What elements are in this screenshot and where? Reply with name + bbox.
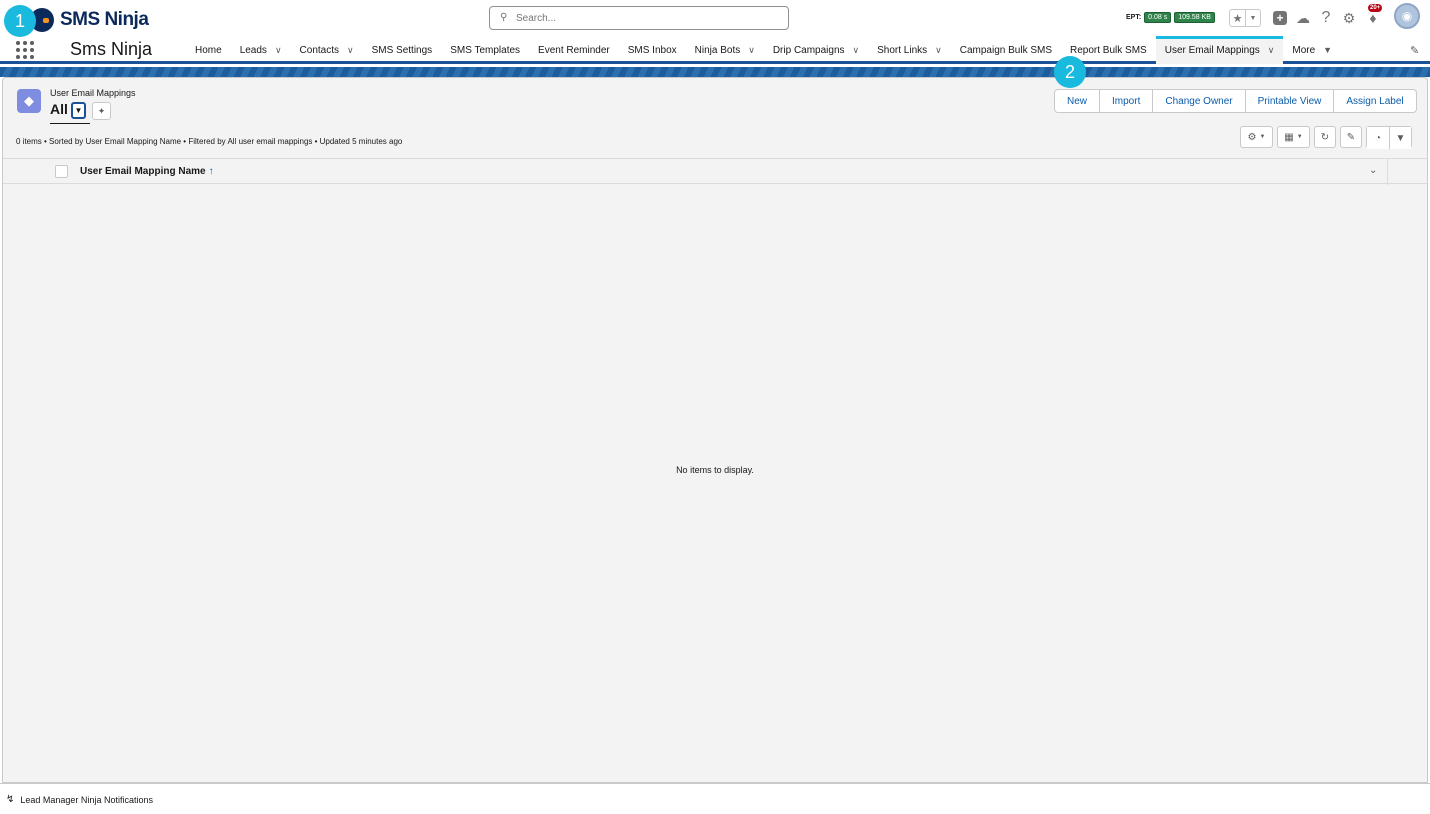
app-name: Sms Ninja: [70, 39, 153, 59]
nav-item-sms-inbox[interactable]: SMS Inbox: [619, 36, 686, 64]
column-divider: [1387, 159, 1388, 185]
nav-item-label: Event Reminder: [538, 44, 610, 56]
chevron-down-icon[interactable]: ∨: [748, 45, 755, 56]
list-view-controls-gear-icon[interactable]: ⚙ ▼: [1240, 126, 1273, 148]
utility-item-lead-manager-notifications[interactable]: ↯ Lead Manager Ninja Notifications: [6, 794, 153, 805]
app-launcher-waffle-icon[interactable]: [16, 41, 34, 59]
chevron-down-icon[interactable]: ▼: [1323, 45, 1332, 55]
nav-item-label: SMS Templates: [450, 44, 521, 56]
pin-list-view-icon[interactable]: ✦: [92, 102, 111, 120]
nav-item-short-links[interactable]: Short Links ∨: [868, 36, 951, 64]
column-header-user-email-mapping-name[interactable]: User Email Mapping Name ↑: [80, 166, 214, 177]
step-badge-2: 2: [1054, 56, 1086, 88]
select-all-checkbox[interactable]: [55, 165, 68, 178]
sms-ninja-logo[interactable]: SMS Ninja: [30, 8, 149, 32]
nav-item-label: User Email Mappings: [1164, 44, 1260, 56]
nav-item-label: Short Links: [877, 44, 928, 56]
inline-edit-pencil-icon[interactable]: ✎: [1340, 126, 1362, 148]
nav-item-label: SMS Settings: [371, 44, 433, 56]
printable-view-button[interactable]: Printable View: [1244, 90, 1334, 112]
show-charts-icon[interactable]: ◔: [1367, 127, 1389, 149]
ept-size-badge: 109.58 KB: [1174, 12, 1215, 23]
empty-state-message: No items to display.: [676, 465, 754, 475]
utility-bar: ↯ Lead Manager Ninja Notifications: [0, 783, 1430, 814]
user-email-mapping-object-icon: ◆: [17, 89, 41, 113]
nav-item-drip-campaigns[interactable]: Drip Campaigns ∨: [764, 36, 868, 64]
nav-item-label: More: [1292, 44, 1316, 56]
chevron-down-icon[interactable]: ∨: [347, 45, 354, 56]
global-actions-plus-icon[interactable]: +: [1271, 9, 1289, 27]
user-avatar[interactable]: ◉: [1394, 3, 1420, 29]
nav-item-label: Report Bulk SMS: [1070, 44, 1147, 56]
list-info-text: 0 items • Sorted by User Email Mapping N…: [16, 137, 403, 146]
list-view-panel: ◆ User Email Mappings All ▼ ✦ New Import C…: [2, 77, 1428, 783]
app-nav-bar: Sms Ninja Home Leads ∨ Contacts ∨ SMS Setting…: [0, 36, 1430, 64]
utility-item-label: Lead Manager Ninja Notifications: [20, 794, 153, 805]
header-pattern-band: [0, 67, 1430, 77]
list-view-dropdown-icon[interactable]: ▼: [71, 102, 86, 119]
nav-item-label: SMS Inbox: [627, 44, 677, 56]
search-icon: ⚲: [500, 12, 508, 23]
import-button[interactable]: Import: [1099, 90, 1152, 112]
view-name-underline: [50, 123, 90, 124]
chevron-down-icon[interactable]: ∨: [275, 45, 282, 56]
lightning-bolt-icon: ↯: [6, 794, 15, 805]
nav-item-label: Home: [195, 44, 222, 56]
nav-item-label: Contacts: [299, 44, 339, 56]
filter-icon[interactable]: ▼: [1389, 127, 1411, 149]
table-header-row: User Email Mapping Name ↑ ⌄: [3, 158, 1427, 185]
sort-ascending-icon: ↑: [208, 166, 214, 177]
change-owner-button[interactable]: Change Owner: [1152, 90, 1244, 112]
nav-item-user-email-mappings[interactable]: User Email Mappings ∨: [1155, 36, 1284, 64]
new-button[interactable]: New: [1055, 90, 1099, 112]
list-actions-group: New Import Change Owner Printable View Assig…: [1054, 89, 1417, 113]
nav-item-sms-templates[interactable]: SMS Templates: [441, 36, 529, 64]
nav-item-home[interactable]: Home: [186, 36, 231, 64]
trailhead-icon[interactable]: ☁: [1294, 9, 1312, 27]
step-badge-1: 1: [4, 5, 36, 37]
logo-text: SMS Ninja: [60, 9, 149, 30]
nav-item-event-reminder[interactable]: Event Reminder: [529, 36, 619, 64]
display-as-table-icon[interactable]: ▦ ▼: [1277, 126, 1310, 148]
chart-filter-group: ◔ ▼: [1366, 126, 1412, 149]
column-header-label: User Email Mapping Name: [80, 166, 206, 177]
ept-time-badge: 0.08 s: [1144, 12, 1172, 23]
nav-item-label: Ninja Bots: [694, 44, 741, 56]
chevron-down-icon[interactable]: ∨: [853, 45, 860, 56]
global-header: SMS Ninja ⚲ EPT: 0.08 s 109.58 KB ★ ▼ + …: [0, 0, 1430, 36]
nav-item-ninja-bots[interactable]: Ninja Bots ∨: [686, 36, 764, 64]
list-view-name: All: [50, 101, 68, 117]
nav-item-leads[interactable]: Leads ∨: [231, 36, 291, 64]
chevron-down-icon[interactable]: ∨: [935, 45, 942, 56]
nav-item-label: Leads: [239, 44, 267, 56]
favorites-dropdown-icon[interactable]: ▼: [1245, 10, 1260, 26]
refresh-icon[interactable]: ↻: [1314, 126, 1336, 148]
ept-label: EPT:: [1126, 14, 1142, 21]
chevron-down-icon[interactable]: ∨: [1268, 45, 1275, 56]
search-input[interactable]: [516, 12, 776, 24]
ept-indicator: EPT: 0.08 s 109.58 KB: [1126, 12, 1215, 23]
help-icon[interactable]: ?: [1317, 9, 1335, 27]
setup-gear-icon[interactable]: ⚙: [1340, 9, 1358, 27]
nav-item-contacts[interactable]: Contacts ∨: [291, 36, 363, 64]
list-toolbar: ⚙ ▼ ▦ ▼ ↻ ✎ ◔ ▼: [1240, 126, 1412, 149]
edit-nav-pencil-icon[interactable]: ✎: [1410, 44, 1419, 57]
object-label: User Email Mappings: [50, 88, 136, 98]
nav-item-sms-settings[interactable]: SMS Settings: [363, 36, 442, 64]
nav-item-more[interactable]: More ▼: [1283, 36, 1341, 64]
column-actions-chevron-down-icon[interactable]: ⌄: [1369, 165, 1377, 176]
favorites-group: ★ ▼: [1229, 9, 1261, 27]
notification-count-badge: 20+: [1368, 4, 1383, 12]
favorites-star-icon[interactable]: ★: [1230, 10, 1245, 26]
nav-items: Home Leads ∨ Contacts ∨ SMS Settings SMS Templ…: [186, 36, 1341, 64]
global-search[interactable]: ⚲: [489, 6, 789, 30]
nav-item-label: Campaign Bulk SMS: [959, 44, 1053, 56]
nav-item-label: Drip Campaigns: [772, 44, 845, 56]
nav-item-campaign-bulk-sms[interactable]: Campaign Bulk SMS: [951, 36, 1061, 64]
assign-label-button[interactable]: Assign Label: [1333, 90, 1415, 112]
